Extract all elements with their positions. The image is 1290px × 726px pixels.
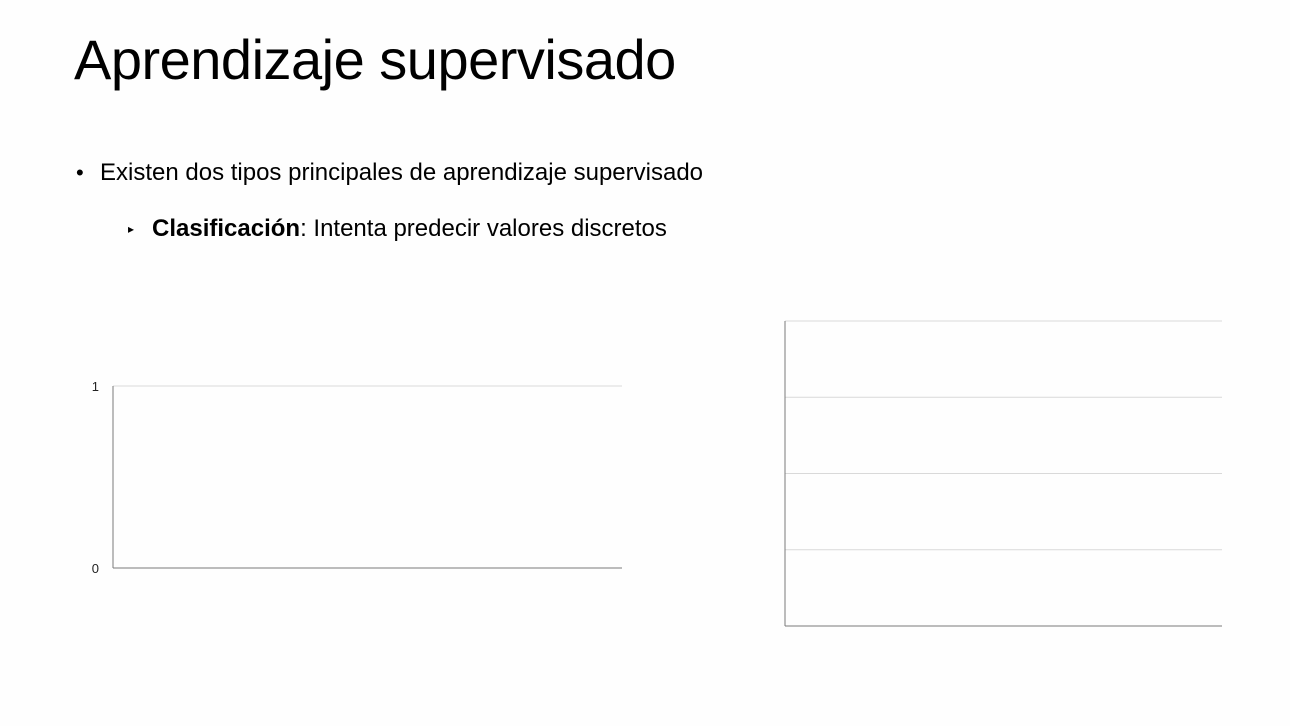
slide: Aprendizaje supervisado • Existen dos tip…	[0, 0, 1290, 726]
empty-grid-chart	[784, 320, 1222, 627]
